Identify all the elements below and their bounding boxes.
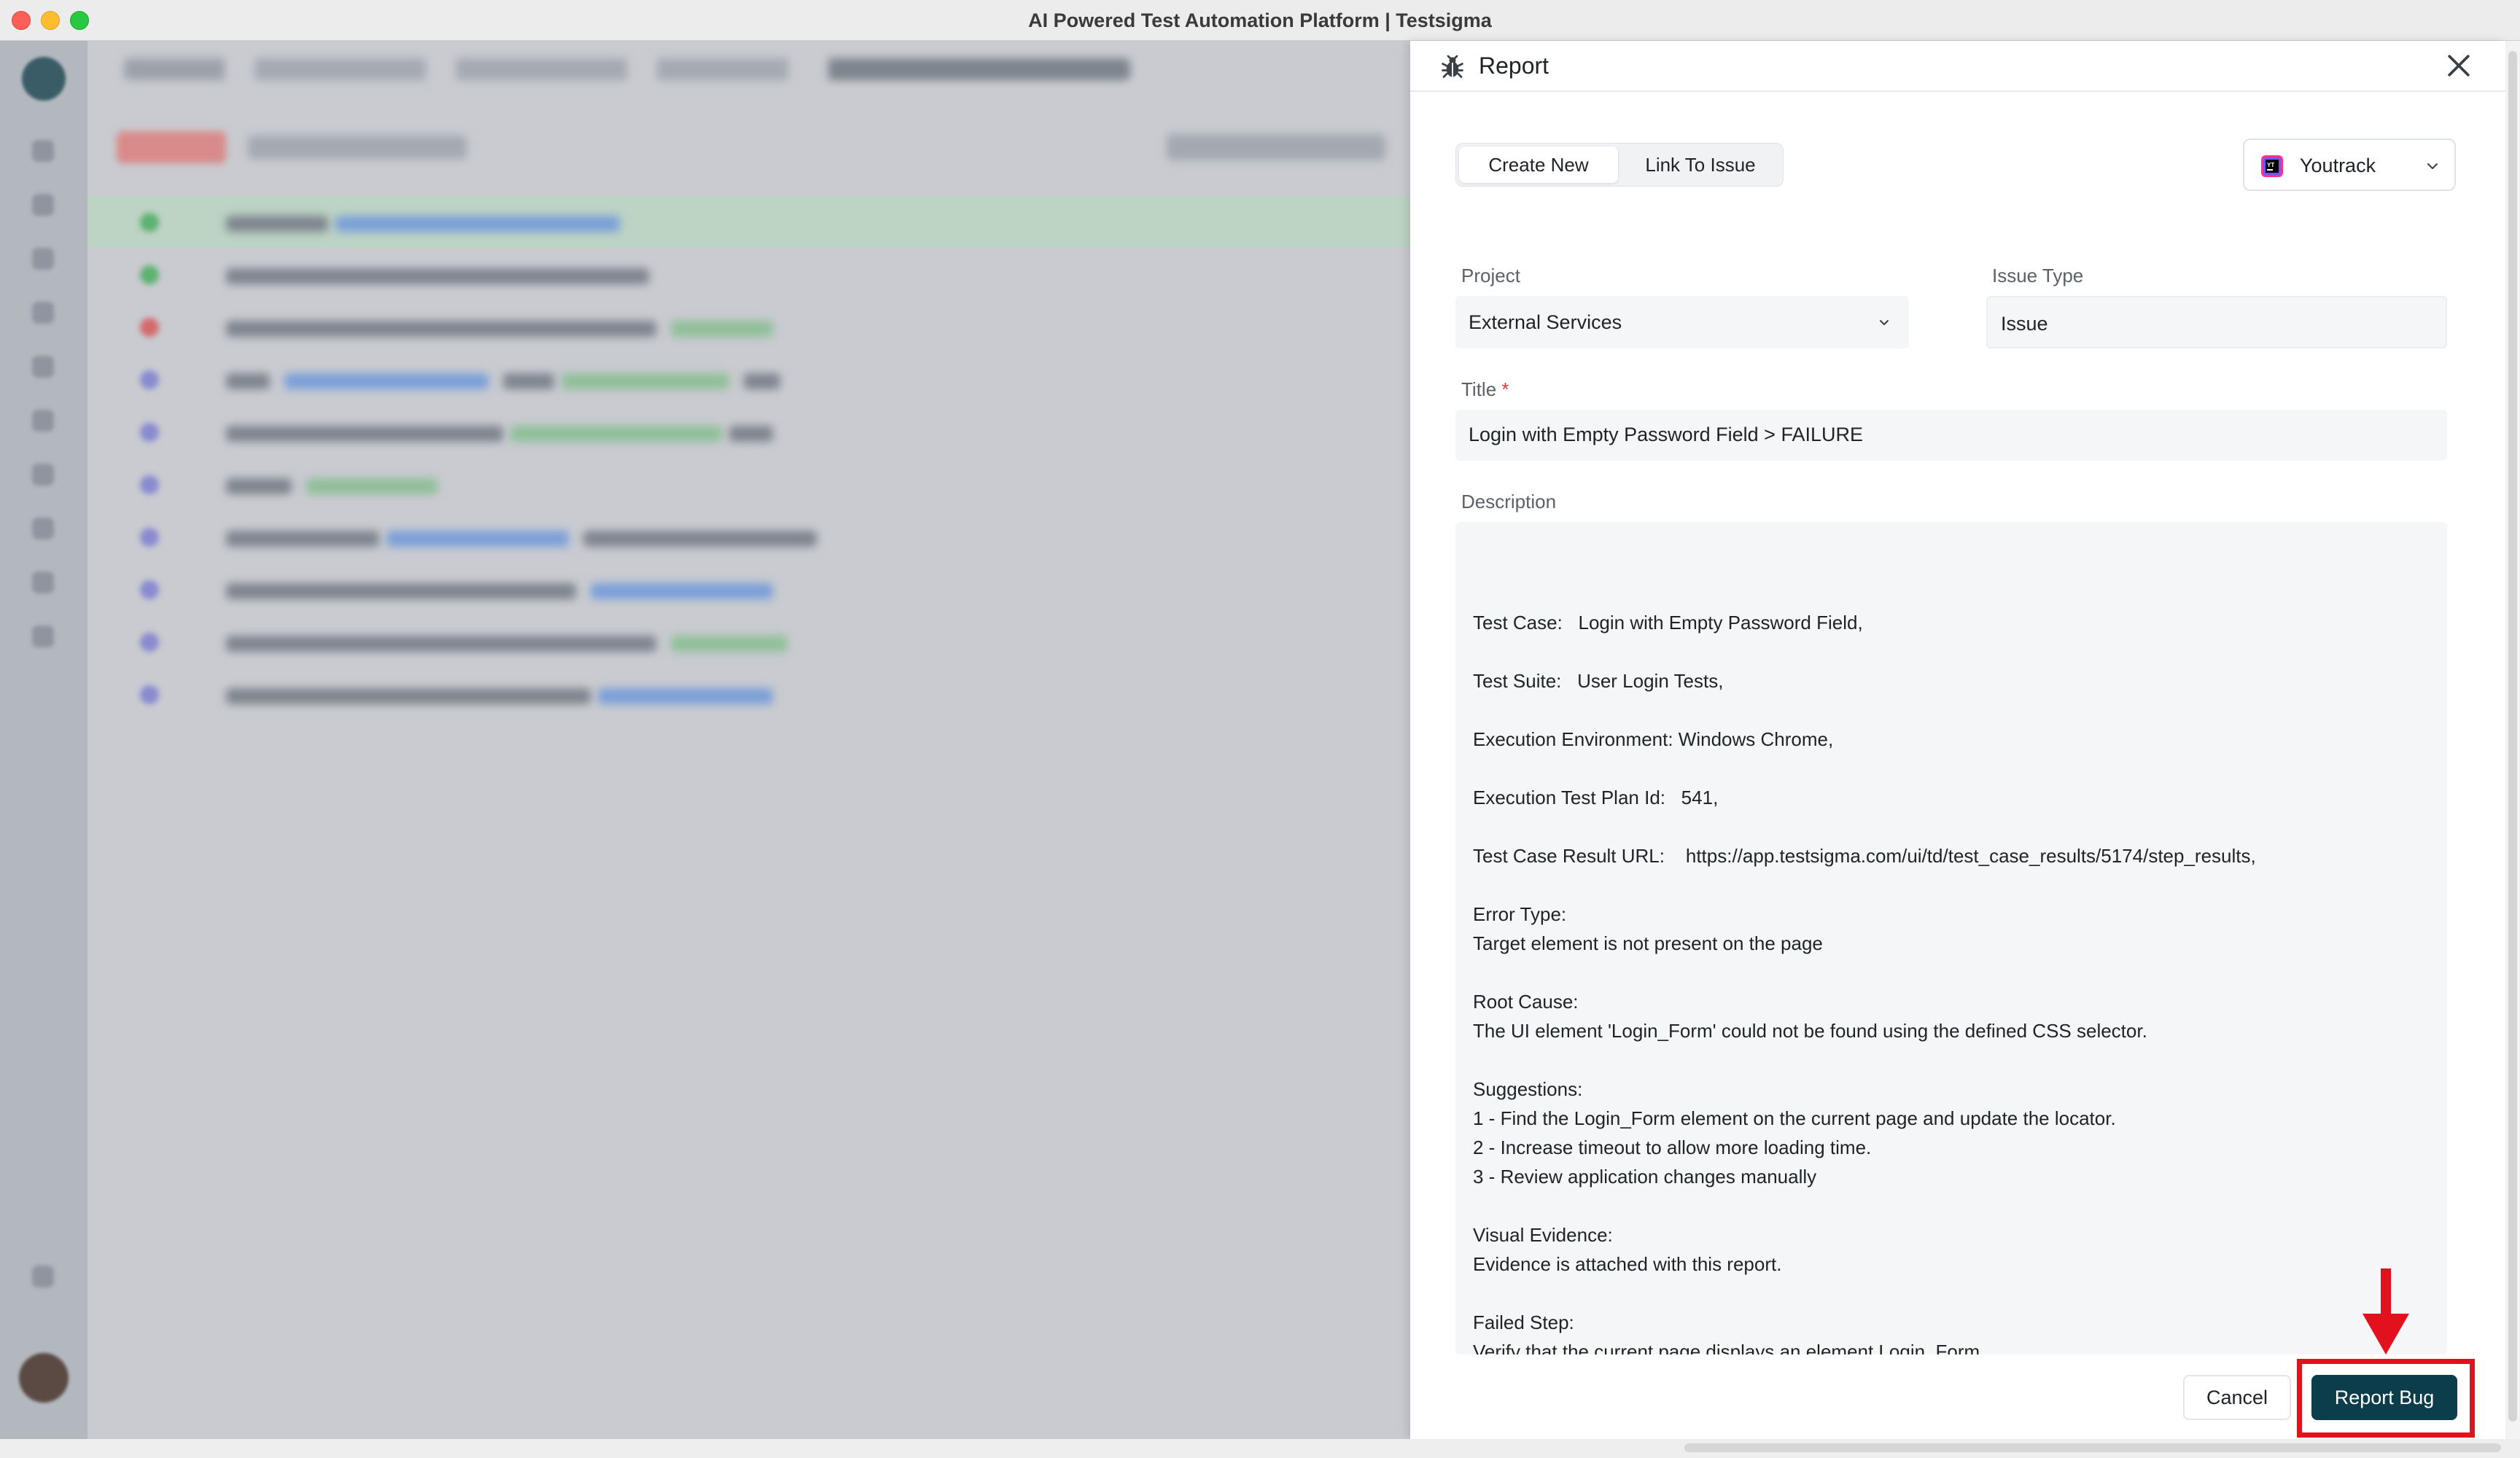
description-line: Execution Test Plan Id: 541,: [1473, 787, 1719, 808]
background-nav-icon: [32, 410, 54, 432]
background-workspace-icon: [22, 57, 66, 101]
annotation-arrow-icon: [2362, 1268, 2409, 1354]
description-line: [1473, 695, 2447, 725]
description-line: Failed Step:: [1473, 1311, 1574, 1333]
chevron-down-icon: [2427, 163, 2438, 169]
description-line: [1473, 637, 2447, 666]
title-input[interactable]: Login with Empty Password Field > FAILUR…: [1455, 410, 2447, 461]
background-help-icon: [32, 1266, 54, 1287]
description-line: [1473, 870, 2447, 900]
background-nav-icon: [32, 625, 54, 647]
required-marker: *: [1501, 378, 1509, 400]
description-line: Root Cause:: [1473, 991, 1579, 1013]
background-nav-icon: [32, 302, 54, 324]
description-line: [1473, 958, 2447, 987]
description-label: Description: [1461, 491, 1557, 512]
issue-type-field[interactable]: Issue: [1986, 296, 2447, 348]
description-line: Test Suite: User Login Tests,: [1473, 670, 1724, 692]
tracker-selected-label: Youtrack: [2300, 155, 2376, 176]
description-line: Verify that the current page displays an…: [1473, 1341, 1980, 1354]
description-textarea[interactable]: Test Case: Login with Empty Password Fie…: [1455, 522, 2447, 1354]
background-nav-icon: [32, 194, 54, 216]
description-line: Evidence is attached with this report.: [1473, 1253, 1782, 1275]
issue-tracker-select[interactable]: YT Youtrack: [2243, 139, 2456, 191]
background-sidebar: [0, 41, 88, 1439]
background-failed-badge: [117, 131, 226, 163]
description-line: Error Type:: [1473, 903, 1567, 925]
description-line: [1473, 754, 2447, 783]
issue-type-label: Issue Type: [1992, 265, 2084, 286]
background-step-row: [88, 510, 1410, 563]
horizontal-scrollbar: [0, 1439, 2520, 1458]
description-line: 1 - Find the Login_Form element on the c…: [1473, 1107, 2116, 1129]
description-line: Suggestions:: [1473, 1078, 1583, 1100]
description-line: The UI element 'Login_Form' could not be…: [1473, 1020, 2147, 1042]
cancel-button[interactable]: Cancel: [2183, 1375, 2291, 1420]
background-step-row: [88, 248, 1410, 300]
background-toolbar-right: [1167, 134, 1385, 160]
description-line: 3 - Review application changes manually: [1473, 1166, 1817, 1188]
description-line: [1473, 812, 2447, 841]
background-breadcrumb: [124, 58, 1130, 80]
title-label: Title *: [1461, 378, 1509, 401]
svg-text:YT: YT: [2267, 162, 2274, 168]
background-step-row: [88, 195, 1410, 248]
description-line: [1473, 1045, 2447, 1075]
close-icon[interactable]: [2443, 50, 2475, 82]
background-step-row: [88, 458, 1410, 510]
project-select[interactable]: External Services: [1455, 296, 1909, 348]
background-nav-icon: [32, 518, 54, 539]
issue-type-value: Issue: [2001, 313, 2048, 335]
horizontal-scrollbar-thumb[interactable]: [1684, 1443, 2501, 1452]
tab-create-new[interactable]: Create New: [1459, 147, 1618, 183]
background-nav-icon: [32, 356, 54, 378]
background-nav-icon: [32, 248, 54, 270]
description-line: Test Case Result URL: https://app.testsi…: [1473, 845, 2256, 867]
project-label: Project: [1461, 265, 1520, 286]
annotation-highlight-box: [2297, 1359, 2475, 1438]
background-step-row: [88, 668, 1410, 720]
description-line: Visual Evidence:: [1473, 1224, 1613, 1246]
background-avatar: [19, 1353, 69, 1403]
description-line: Target element is not present on the pag…: [1473, 932, 1823, 954]
bug-icon: [1442, 55, 1463, 78]
background-step-row: [88, 405, 1410, 458]
description-line: [1473, 1191, 2447, 1220]
panel-scrollbar-thumb[interactable]: [2508, 51, 2517, 1422]
description-line: Execution Environment: Windows Chrome,: [1473, 728, 1834, 750]
background-step-row: [88, 300, 1410, 353]
description-line: 2 - Increase timeout to allow more loadi…: [1473, 1137, 1872, 1158]
report-bug-panel: Report Create New Link To Issue YT Youtr…: [1410, 41, 2505, 1439]
youtrack-logo-icon: YT: [2261, 155, 2283, 177]
project-selected-value: External Services: [1469, 311, 1622, 333]
report-mode-toggle: Create New Link To Issue: [1455, 143, 1784, 187]
background-step-row: [88, 353, 1410, 405]
panel-title: Report: [1479, 52, 1549, 79]
background-nav-icon: [32, 140, 54, 162]
title-input-value: Login with Empty Password Field > FAILUR…: [1469, 424, 1863, 445]
description-line: Test Case: Login with Empty Password Fie…: [1473, 612, 1863, 634]
background-step-row: [88, 615, 1410, 668]
chevron-down-icon: [1880, 320, 1889, 325]
background-nav-icon: [32, 464, 54, 486]
background-nav-icon: [32, 572, 54, 593]
tab-link-to-issue[interactable]: Link To Issue: [1621, 147, 1780, 183]
background-toolbar: [248, 136, 467, 159]
background-app-overlay: [0, 41, 1410, 1439]
window-title: AI Powered Test Automation Platform | Te…: [1028, 9, 1492, 31]
title-label-text: Title: [1461, 378, 1497, 400]
window-titlebar: AI Powered Test Automation Platform | Te…: [0, 0, 2520, 41]
description-line: [1473, 1279, 2447, 1308]
panel-header: Report: [1410, 41, 2505, 92]
background-step-row: [88, 563, 1410, 615]
